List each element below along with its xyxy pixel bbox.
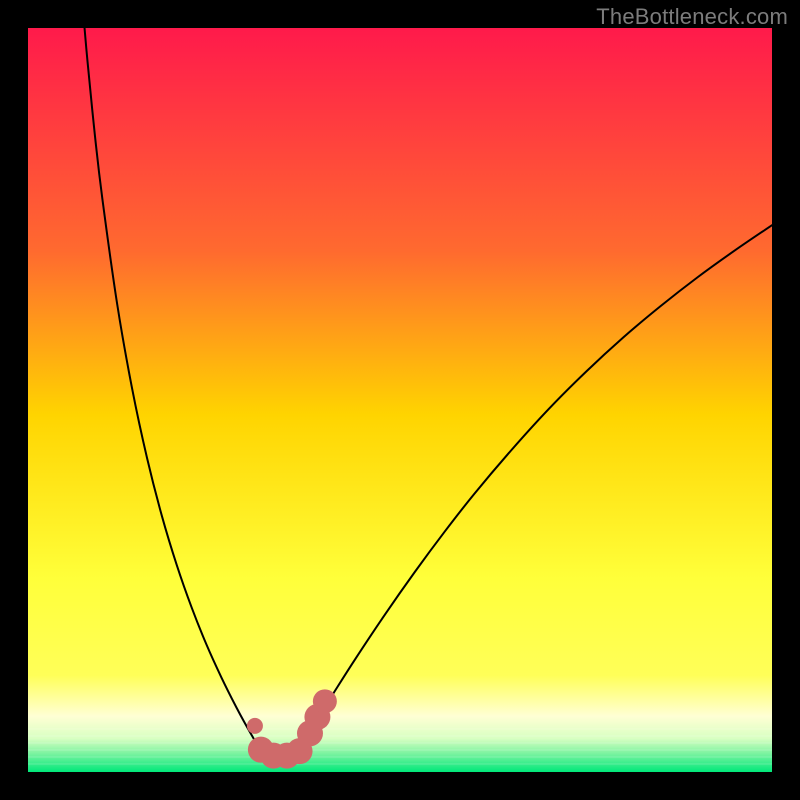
chart-plot-area: [28, 28, 772, 772]
gradient-stripe: [28, 735, 772, 737]
gradient-stripe: [28, 749, 772, 751]
gradient-stripe: [28, 728, 772, 730]
chart-frame: TheBottleneck.com: [0, 0, 800, 800]
marker-right-blob-3: [313, 689, 337, 713]
gradient-stripe: [28, 742, 772, 744]
gradient-stripe: [28, 763, 772, 765]
chart-background: [28, 28, 772, 772]
gradient-stripe: [28, 756, 772, 758]
watermark-text: TheBottleneck.com: [596, 4, 788, 30]
chart-svg: [28, 28, 772, 772]
marker-left-dot: [247, 718, 263, 734]
